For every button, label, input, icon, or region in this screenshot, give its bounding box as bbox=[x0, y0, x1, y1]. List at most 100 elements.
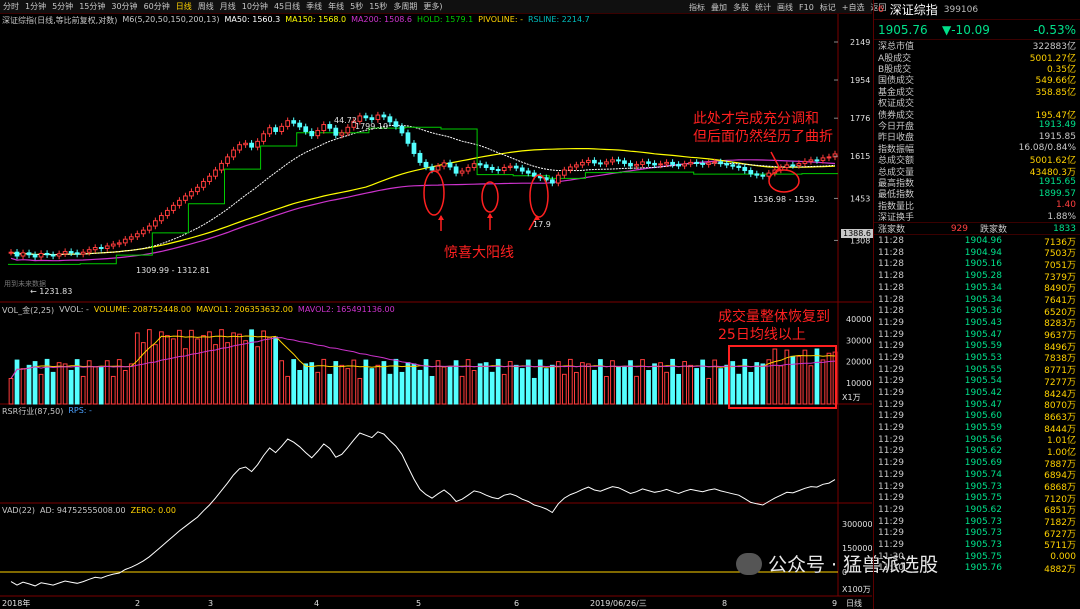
volume-bar bbox=[38, 373, 44, 405]
volume-bar bbox=[189, 329, 194, 405]
x-tick-label: 2 bbox=[135, 599, 140, 608]
tick-row: 11:28 1905.28 7379万 bbox=[874, 270, 1080, 283]
volume-bar bbox=[327, 373, 333, 405]
volume-bar bbox=[201, 335, 206, 405]
volume-bar bbox=[507, 361, 513, 405]
tick-row: 11:28 1904.94 7503万 bbox=[874, 247, 1080, 260]
volume-bar bbox=[165, 335, 170, 405]
volume-bar bbox=[387, 373, 393, 405]
volume-bar bbox=[381, 361, 387, 405]
tick-price: 1905.59 bbox=[964, 341, 1002, 352]
volume-bar bbox=[736, 373, 742, 405]
x-tick-label: 3 bbox=[208, 599, 213, 608]
candle-body bbox=[255, 140, 260, 148]
tick-row: 11:29 1905.43 8283万 bbox=[874, 317, 1080, 330]
candle-body bbox=[249, 142, 254, 148]
tick-row: 11:28 1905.36 6520万 bbox=[874, 305, 1080, 318]
candle-body bbox=[26, 252, 32, 256]
candle-body bbox=[796, 162, 802, 166]
candle-body bbox=[243, 142, 248, 146]
candle-body bbox=[273, 127, 279, 132]
volume-bar bbox=[219, 329, 224, 405]
tick-time: 11:29 bbox=[878, 411, 904, 422]
last-price: 1905.76 bbox=[878, 22, 928, 37]
candle-body bbox=[405, 132, 411, 144]
arrow-line bbox=[770, 151, 780, 168]
candle-body bbox=[742, 166, 748, 172]
volume-bar bbox=[622, 366, 627, 405]
candle-body bbox=[688, 161, 694, 165]
high-prefix-label: 44.72 bbox=[334, 116, 357, 125]
tick-row: 11:29 1905.74 6894万 bbox=[874, 469, 1080, 482]
candle-body bbox=[790, 164, 796, 167]
volume-bar bbox=[339, 364, 345, 405]
candle-body bbox=[165, 209, 170, 217]
quote-field-row: 深证换手 1.88% bbox=[874, 211, 1080, 224]
candle-body bbox=[56, 253, 62, 257]
price-change-pct: -0.53% bbox=[1033, 22, 1076, 37]
tick-time: 11:30 bbox=[878, 563, 904, 574]
y-tick-label: 1776 bbox=[850, 114, 870, 123]
future-data-label: 用到未来数据 bbox=[4, 280, 46, 288]
tick-row: 11:29 1905.56 1.01亿 bbox=[874, 434, 1080, 447]
candle-body bbox=[303, 126, 309, 132]
volume-bar bbox=[26, 364, 32, 405]
tick-price: 1905.36 bbox=[964, 306, 1002, 317]
volume-bar bbox=[345, 368, 351, 405]
candle-body bbox=[38, 252, 44, 258]
hold-line bbox=[8, 126, 838, 265]
volume-bar bbox=[574, 371, 579, 405]
tick-time: 11:29 bbox=[878, 539, 904, 550]
candle-body bbox=[399, 125, 405, 134]
chart-canvas[interactable]: 1308145316151776195421491000020000300004… bbox=[0, 0, 872, 609]
arrow-head bbox=[438, 215, 444, 220]
candle-body bbox=[267, 127, 272, 135]
volume-bar bbox=[814, 348, 820, 405]
candle-body bbox=[339, 132, 345, 136]
y-tick-label: 2149 bbox=[850, 38, 870, 47]
candle-body bbox=[574, 164, 579, 168]
candle-body bbox=[513, 165, 519, 169]
volume-bar bbox=[375, 364, 381, 405]
candle-body bbox=[507, 165, 513, 168]
volume-bar bbox=[128, 363, 134, 405]
volume-bar bbox=[249, 329, 254, 405]
tick-list[interactable]: 11:28 1904.96 7136万 11:28 1904.94 7503万 11:28 1… bbox=[874, 235, 1080, 575]
candle-body bbox=[826, 156, 832, 159]
candle-body bbox=[333, 127, 339, 136]
tick-row: 11:29 1905.73 5711万 bbox=[874, 539, 1080, 552]
candle-body bbox=[447, 162, 453, 168]
candle-body bbox=[489, 166, 495, 171]
vol-unit: X1万 bbox=[842, 393, 861, 402]
volume-bar bbox=[68, 369, 74, 405]
tick-row: 11:29 1905.47 9637万 bbox=[874, 329, 1080, 342]
candle-body bbox=[592, 159, 597, 164]
volume-bar bbox=[231, 332, 236, 405]
candle-body bbox=[670, 161, 675, 165]
candle-body bbox=[634, 163, 639, 167]
tick-price: 1905.47 bbox=[964, 329, 1002, 340]
tick-price: 1905.73 bbox=[964, 516, 1002, 527]
candle-body bbox=[345, 126, 351, 134]
candle-body bbox=[201, 180, 206, 188]
candle-body bbox=[610, 159, 615, 163]
quote-field-label: 深证换手 bbox=[878, 213, 915, 224]
tick-time: 11:29 bbox=[878, 388, 904, 399]
tick-row: 11:28 1905.34 7641万 bbox=[874, 294, 1080, 307]
tick-price: 1905.73 bbox=[964, 539, 1002, 550]
candle-body bbox=[555, 174, 561, 184]
volume-bar bbox=[664, 371, 669, 405]
tick-row: 11:29 1905.75 7120万 bbox=[874, 492, 1080, 505]
candle-body bbox=[628, 162, 633, 167]
volume-bar bbox=[772, 348, 778, 405]
candle-body bbox=[435, 165, 441, 171]
candle-body bbox=[453, 166, 459, 174]
volume-bar bbox=[778, 365, 784, 405]
volume-bar bbox=[471, 370, 477, 405]
volume-bar bbox=[646, 370, 651, 405]
volume-bar bbox=[459, 375, 465, 405]
volume-bar bbox=[525, 359, 531, 405]
tick-price: 1905.73 bbox=[964, 481, 1002, 492]
tick-price: 1905.34 bbox=[964, 282, 1002, 293]
volume-bar bbox=[98, 366, 104, 405]
